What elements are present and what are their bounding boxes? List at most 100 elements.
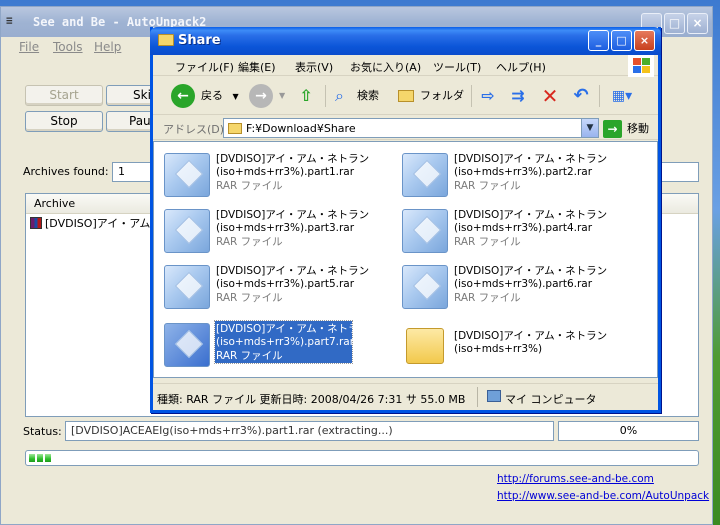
file-tile[interactable]: [DVDISO]アイ・アム・ネトラン (iso+mds+rr3%).part5.…: [158, 262, 388, 314]
folders-label: フォルダ: [420, 89, 464, 102]
status-zone: マイ コンピュータ: [487, 390, 597, 407]
forward-button[interactable]: → ▼: [249, 83, 289, 109]
toolbar-separator: [325, 85, 326, 107]
menu-favorites[interactable]: お気に入り(A): [350, 59, 421, 75]
file-tile[interactable]: [DVDISO]アイ・アム・ネトラン (iso+mds+rr3%).part4.…: [396, 206, 626, 258]
progress-percent: 0%: [558, 421, 699, 441]
file-type: RAR ファイル: [216, 350, 283, 362]
status-zone-label: マイ コンピュータ: [505, 393, 597, 406]
file-tile[interactable]: [DVDISO]アイ・アム・ネトラン (iso+mds+rr3%).part3.…: [158, 206, 388, 258]
forums-link[interactable]: http://forums.see-and-be.com: [497, 473, 654, 485]
move-to-icon[interactable]: ⇨: [477, 85, 499, 107]
file-name-cont: (iso+mds+rr3%).part2.rar: [454, 166, 593, 178]
menu-file[interactable]: ファイル(F): [175, 59, 234, 75]
rar-file-icon: [164, 265, 210, 309]
status-separator: [477, 387, 478, 407]
address-bar: アドレス(D) F:¥Download¥Share ▼ → 移動: [153, 116, 658, 140]
progress-bar: [25, 450, 699, 466]
folders-button[interactable]: フォルダ: [396, 83, 464, 109]
undo-icon[interactable]: ↶: [570, 85, 592, 107]
archives-found-extra-field: [661, 162, 699, 182]
file-name: [DVDISO]アイ・アム・ネトラン: [216, 209, 370, 221]
skip-button[interactable]: Skip: [106, 85, 156, 106]
explorer-toolbar: ← 戻る ▼ → ▼ ⇧ ⌕ 検索 フォルダ ⇨ ⇉ ✕ ↶ ▦▾: [153, 77, 658, 115]
file-name-cont: (iso+mds+rr3%).part7.rar: [216, 336, 355, 348]
file-type: RAR ファイル: [454, 236, 521, 248]
start-button[interactable]: Start: [25, 85, 103, 106]
search-button[interactable]: ⌕ 検索: [333, 83, 379, 109]
folder-tile[interactable]: [DVDISO]アイ・アム・ネトラン (iso+mds+rr3%): [396, 320, 626, 372]
address-input[interactable]: F:¥Download¥Share ▼: [223, 118, 599, 138]
minimize-button[interactable]: _: [588, 30, 609, 51]
forward-arrow-icon: →: [249, 84, 273, 108]
file-name: [DVDISO]アイ・アム・ネトラン: [454, 265, 608, 277]
menu-edit[interactable]: 編集(E): [238, 59, 276, 75]
close-button[interactable]: ×: [687, 13, 708, 34]
app-icon: ≡: [6, 14, 13, 27]
file-name: [DVDISO]アイ・アム・ネトラン: [454, 209, 608, 221]
toolbar-separator: [599, 85, 600, 107]
folder-name: [DVDISO]アイ・アム・ネトラン: [454, 330, 608, 342]
explorer-status-bar: 種類: RAR ファイル 更新日時: 2008/04/26 7:31 サ 55.…: [153, 383, 658, 410]
folder-icon: [158, 34, 174, 46]
go-button[interactable]: → 移動: [603, 119, 649, 139]
address-path: F:¥Download¥Share: [246, 122, 356, 135]
file-name-cont: (iso+mds+rr3%).part3.rar: [216, 222, 355, 234]
status-label: Status:: [23, 425, 62, 438]
file-name-cont: (iso+mds+rr3%).part6.rar: [454, 278, 593, 290]
menu-help[interactable]: Help: [94, 40, 121, 54]
explorer-titlebar[interactable]: Share _ □ ×: [150, 27, 661, 55]
menu-tools[interactable]: Tools: [53, 40, 83, 54]
folder-icon: [398, 90, 414, 102]
folder-icon: [228, 123, 242, 134]
file-name-cont: (iso+mds+rr3%).part4.rar: [454, 222, 593, 234]
my-computer-icon: [487, 390, 501, 402]
menu-tools[interactable]: ツール(T): [433, 59, 481, 75]
search-icon: ⌕: [335, 86, 344, 105]
folder-icon: [406, 328, 444, 364]
go-label: 移動: [627, 122, 649, 135]
views-icon[interactable]: ▦▾: [607, 85, 637, 107]
up-folder-icon[interactable]: ⇧: [295, 85, 317, 107]
chevron-down-icon[interactable]: ▼: [581, 119, 598, 137]
file-name-cont: (iso+mds+rr3%).part5.rar: [216, 278, 355, 290]
rar-file-icon: [164, 323, 210, 367]
archives-found-label: Archives found:: [23, 165, 109, 178]
file-type: RAR ファイル: [454, 292, 521, 304]
file-name: [DVDISO]アイ・アム・ネトラン: [216, 153, 370, 165]
rar-file-icon: [402, 209, 448, 253]
copy-to-icon[interactable]: ⇉: [507, 85, 529, 107]
file-tile[interactable]: [DVDISO]アイ・アム・ネトラン (iso+mds+rr3%).part6.…: [396, 262, 626, 314]
menu-view[interactable]: 表示(V): [295, 59, 333, 75]
stop-button[interactable]: Stop: [25, 111, 103, 132]
rar-file-icon: [402, 265, 448, 309]
back-button[interactable]: ← 戻る ▼: [171, 83, 239, 109]
file-view[interactable]: [DVDISO]アイ・アム・ネトラン (iso+mds+rr3%).part1.…: [153, 141, 658, 378]
autounpack-link[interactable]: http://www.see-and-be.com/AutoUnpack: [497, 490, 709, 502]
toolbar-separator: [471, 85, 472, 107]
address-label: アドレス(D): [163, 123, 225, 136]
menu-file[interactable]: File: [19, 40, 39, 54]
maximize-button[interactable]: □: [664, 13, 685, 34]
file-name: [DVDISO]アイ・アム・ネトラン: [454, 153, 608, 165]
rar-file-icon: [164, 209, 210, 253]
pause-button[interactable]: Pause: [106, 111, 156, 132]
delete-icon[interactable]: ✕: [539, 85, 561, 107]
close-button[interactable]: ×: [634, 30, 655, 51]
progress-chunk: [29, 454, 35, 462]
search-label: 検索: [357, 89, 379, 102]
file-tile-selected[interactable]: [DVDISO]アイ・アム・ネトラン (iso+mds+rr3%).part7.…: [158, 320, 388, 372]
rar-file-icon: [164, 153, 210, 197]
file-type: RAR ファイル: [216, 292, 283, 304]
status-details: 種類: RAR ファイル 更新日時: 2008/04/26 7:31 サ 55.…: [157, 393, 466, 406]
file-tile[interactable]: [DVDISO]アイ・アム・ネトラン (iso+mds+rr3%).part1.…: [158, 150, 388, 202]
status-field: [DVDISO]ACEAEIg(iso+mds+rr3%).part1.rar …: [65, 421, 554, 441]
maximize-button[interactable]: □: [611, 30, 632, 51]
file-type: RAR ファイル: [216, 180, 283, 192]
back-arrow-icon: ←: [171, 84, 195, 108]
file-name: [DVDISO]アイ・アム・ネトラン: [216, 323, 370, 335]
menu-help[interactable]: ヘルプ(H): [496, 59, 546, 75]
file-type: RAR ファイル: [216, 236, 283, 248]
file-tile[interactable]: [DVDISO]アイ・アム・ネトラン (iso+mds+rr3%).part2.…: [396, 150, 626, 202]
progress-chunk: [37, 454, 43, 462]
